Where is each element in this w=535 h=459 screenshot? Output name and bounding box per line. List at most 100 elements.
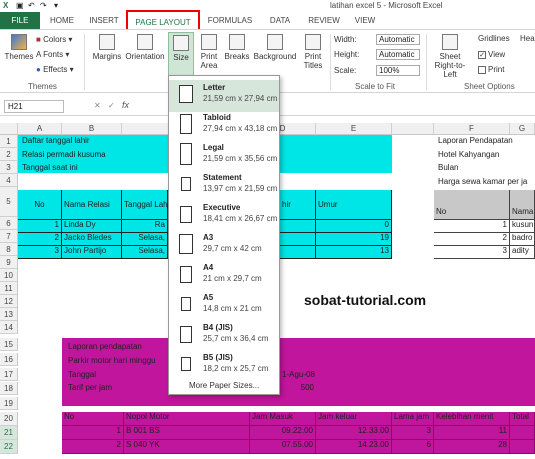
cell-e22[interactable]: 14.23.00 [316,440,392,454]
cell-f22[interactable]: 6 [392,440,434,454]
column-header-b[interactable]: B [62,123,122,135]
margins-button[interactable]: Margins [90,34,124,61]
cell-e8[interactable]: 13 [316,246,392,259]
redo-icon[interactable]: ↷ [40,0,47,12]
cell-a16[interactable]: Parkir motor hari minggu [66,356,158,365]
enter-icon[interactable]: ✓ [108,101,115,110]
colors-button[interactable]: ■ Colors ▾ [36,35,72,44]
scale-input[interactable]: 100% [376,65,420,76]
cell-a6[interactable]: 1 [18,220,62,233]
cell-g20[interactable]: Kelebihan menit [434,412,510,426]
column-header-f-blank[interactable] [392,123,434,135]
column-header-e[interactable]: E [316,123,392,135]
cell-d17[interactable]: 1-Agu-08 [280,370,317,379]
cell-d20[interactable]: Jam Masuk [250,412,316,426]
cell-d6[interactable] [280,220,316,233]
gridlines-print-checkbox[interactable]: Print [478,65,504,74]
cell-f7[interactable]: 2 [434,233,510,246]
row-header[interactable]: 18 [0,382,18,396]
row-header[interactable]: 8 [0,243,18,256]
cell-b6[interactable]: Linda Dy [62,220,122,233]
gridlines-view-checkbox[interactable]: ✓ View [478,50,505,59]
paper-size-item[interactable]: A3 29,7 cm x 42 cm [169,230,279,262]
cell-a22[interactable]: 2 [62,440,124,454]
row-header[interactable]: 19 [0,397,18,411]
column-header-a[interactable]: A [18,123,62,135]
cell-h21[interactable] [510,426,535,440]
undo-icon[interactable]: ↶ [28,0,35,12]
background-button[interactable]: Background [252,34,298,61]
sheet-right-to-left-button[interactable]: Sheet Right-to-Left [430,34,470,79]
row-header[interactable]: 17 [0,367,18,381]
cell-a1[interactable]: Daftar tanggal lahir [20,136,92,145]
paper-size-item[interactable]: A5 14,8 cm x 21 cm [169,290,279,322]
cell-b7[interactable]: Jacko Bledes [62,233,122,246]
paper-size-item[interactable]: Executive 18,41 cm x 26,67 cm [169,200,279,232]
paper-size-item[interactable]: A4 21 cm x 29,7 cm [169,260,279,292]
save-icon[interactable]: ▣ [16,0,24,12]
row-header[interactable]: 10 [0,269,18,282]
cell-h20[interactable]: Total [510,412,535,426]
cell-a21[interactable]: 1 [62,426,124,440]
tab-view[interactable]: VIEW [350,12,380,29]
row-header[interactable]: 5 [0,187,18,217]
cell-g22[interactable]: 28 [434,440,510,454]
cell-h22[interactable] [510,440,535,454]
tab-formulas[interactable]: FORMULAS [204,12,256,29]
tab-insert[interactable]: INSERT [84,12,124,29]
paper-size-item[interactable]: Letter 21,59 cm x 27,94 cm [169,80,279,112]
cell-g5[interactable]: Nama [510,190,535,220]
cell-b20[interactable]: Nopol Motor [124,412,250,426]
effects-button[interactable]: ● Effects ▾ [36,65,74,74]
row-header[interactable]: 11 [0,282,18,295]
cell-g21[interactable]: 11 [434,426,510,440]
customize-toolbar-icon[interactable]: ▾ [54,0,58,12]
cell-c8[interactable]: Selasa, [122,246,168,259]
cell-g8[interactable]: adity [510,246,535,259]
cell-g7[interactable]: badro [510,233,535,246]
tab-page-layout[interactable]: PAGE LAYOUT [126,10,200,29]
height-select[interactable]: Automatic [376,49,420,60]
cell-f1[interactable]: Laporan Pendapatan [436,136,515,145]
row-header[interactable]: 15 [0,338,18,351]
row-header[interactable]: 21 [0,426,18,440]
size-button[interactable]: Size [168,32,194,78]
paper-size-item[interactable]: B4 (JIS) 25,7 cm x 36,4 cm [169,320,279,352]
cancel-icon[interactable]: ✕ [94,101,101,110]
insert-function-icon[interactable]: fx [122,100,129,110]
cell-e5[interactable]: Umur [316,190,392,220]
cell-d18[interactable]: 500 [280,383,316,392]
breaks-button[interactable]: Breaks [224,34,250,61]
tab-data[interactable]: DATA [262,12,298,29]
cell-c6[interactable]: Ra [122,220,168,233]
tab-home[interactable]: HOME [44,12,80,29]
cell-f20[interactable]: Lama jam [392,412,434,426]
cell-f2[interactable]: Hotel Kahyangan [436,150,501,159]
cell-b5[interactable]: Nama Relasi [62,190,122,220]
width-select[interactable]: Automatic [376,34,420,45]
cell-a5[interactable]: No [18,190,62,220]
row-header[interactable]: 9 [0,256,18,269]
cell-f4[interactable]: Harga sewa kamar per ja [436,177,535,186]
cell-a7[interactable]: 2 [18,233,62,246]
cell-b22[interactable]: S 040 YK [124,440,250,454]
paper-size-item[interactable]: B5 (JIS) 18,2 cm x 25,7 cm [169,350,279,382]
row-header[interactable]: 7 [0,230,18,243]
row-header[interactable]: 1 [0,135,18,148]
print-titles-button[interactable]: Print Titles [300,34,326,70]
cell-a3[interactable]: Tanggal saat ini [20,163,80,172]
cell-c7[interactable]: Selasa, [122,233,168,246]
paper-size-item[interactable]: Legal 21,59 cm x 35,56 cm [169,140,279,172]
paper-size-item[interactable]: Tabloid 27,94 cm x 43,18 cm [169,110,279,142]
print-area-button[interactable]: Print Area [198,34,220,70]
row-header[interactable]: 2 [0,148,18,161]
cell-b21[interactable]: B 001 BS [124,426,250,440]
cell-f8[interactable]: 3 [434,246,510,259]
cell-a15[interactable]: Laporan pendapatan [66,342,144,351]
row-header[interactable]: 13 [0,308,18,321]
name-box[interactable]: H21 [4,100,64,113]
column-header-f[interactable]: F [434,123,510,135]
select-all-corner[interactable] [0,123,18,135]
row-header[interactable]: 6 [0,217,18,230]
cell-e6[interactable]: 0 [316,220,392,233]
